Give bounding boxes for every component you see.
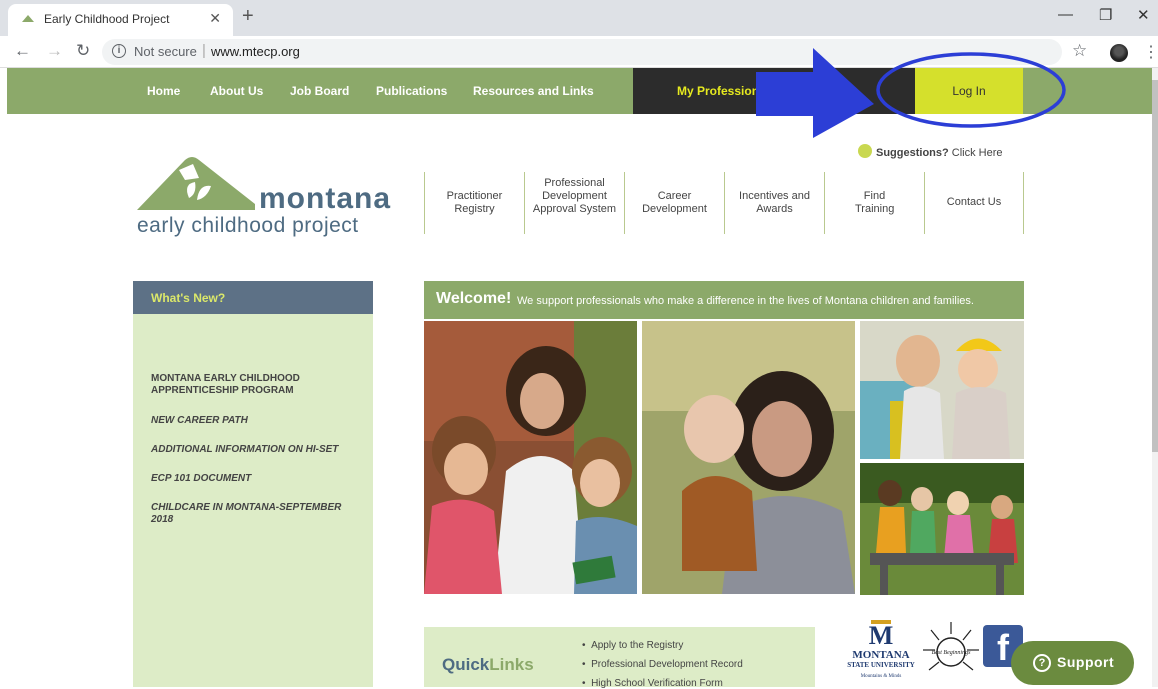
new-tab-icon[interactable]: + [242, 5, 254, 28]
news-item[interactable]: ECP 101 DOCUMENT [151, 473, 356, 485]
profile-avatar[interactable] [1110, 44, 1128, 62]
quicklink-label: Professional Development Record [591, 659, 743, 670]
msu-logo-motto: Mountains & Minds [861, 674, 902, 679]
forward-icon[interactable]: → [46, 41, 63, 61]
secnav-pd-approval-system[interactable]: Professional Development Approval System [524, 172, 624, 234]
nav-job-board[interactable]: Job Board [290, 84, 349, 98]
best-beginnings-label: Best Beginnings [932, 650, 971, 656]
suggestions-click-here: Click Here [948, 147, 1003, 159]
suggestions-link[interactable]: Suggestions? Click Here [858, 144, 1003, 159]
secnav-incentives-awards[interactable]: Incentives and Awards [724, 172, 824, 234]
secnav-contact-us[interactable]: Contact Us [924, 172, 1024, 234]
logo-wordmark: montana [259, 182, 392, 215]
secnav-find-training[interactable]: Find Training [824, 172, 924, 234]
news-item[interactable]: CHILDCARE IN MONTANA-SEPTEMBER 2018 [151, 502, 351, 526]
welcome-text: We support professionals who make a diff… [517, 295, 974, 307]
secnav-practitioner-registry[interactable]: Practitioner Registry [424, 172, 524, 234]
support-button[interactable]: ? Support [1011, 641, 1134, 685]
quicklinks-panel: QuickLinks • Apply to the Registry • Pro… [424, 627, 815, 689]
photo-child-construction [860, 321, 1024, 459]
mountain-leaf-logo-icon [137, 157, 255, 210]
quicklinks-title: QuickLinks [442, 655, 534, 675]
welcome-banner: Welcome! We support professionals who ma… [424, 281, 1024, 319]
whats-new-panel: MONTANA EARLY CHILDHOOD APPRENTICESHIP P… [133, 314, 373, 687]
quicklinks-title-b: Links [489, 655, 534, 674]
photo-mother-reading [424, 321, 637, 594]
site-favicon-icon [22, 15, 34, 22]
secnav-label: Contact Us [946, 196, 1002, 208]
browser-toolbar: ← → ↻ i Not secure | www.mtecp.org ☆ ⋮ [0, 36, 1158, 68]
login-button[interactable]: Log In [915, 68, 1023, 114]
quicklink-label: High School Verification Form [591, 678, 723, 689]
secnav-label: Find Training [855, 190, 895, 215]
quicklink-item[interactable]: • Professional Development Record [582, 659, 743, 670]
my-professional-label: My Professiona [677, 84, 766, 98]
photo-children-playground [860, 463, 1024, 595]
quicklinks-title-a: Quick [442, 655, 490, 674]
webpage: Home About Us Job Board Publications Res… [0, 68, 1158, 689]
secnav-label: Practitioner Registry [446, 190, 503, 215]
quicklink-label: Apply to the Registry [591, 640, 684, 651]
site-logo[interactable]: montana early childhood project [137, 154, 412, 244]
help-icon: ? [1033, 654, 1051, 672]
suggestions-bold: Suggestions? [876, 147, 949, 159]
page-scrollbar[interactable] [1152, 68, 1158, 687]
welcome-heading: Welcome! [436, 290, 512, 307]
address-bar[interactable]: i Not secure | www.mtecp.org [102, 39, 1062, 65]
news-item[interactable]: MONTANA EARLY CHILDHOOD APPRENTICESHIP P… [151, 373, 356, 397]
scrollbar-thumb[interactable] [1152, 80, 1158, 452]
nav-about-us[interactable]: About Us [210, 84, 263, 98]
nav-home[interactable]: Home [147, 84, 180, 98]
browser-tab[interactable]: Early Childhood Project ✕ [8, 4, 233, 36]
back-icon[interactable]: ← [14, 41, 31, 61]
photo-mother-baby [642, 321, 855, 594]
menu-kebab-icon[interactable]: ⋮ [1143, 42, 1158, 62]
info-icon[interactable]: i [112, 44, 126, 58]
msu-logo-name: MONTANA [852, 649, 909, 661]
whats-new-header: What's New? [133, 281, 373, 314]
news-item[interactable]: ADDITIONAL INFORMATION ON HI-SET [151, 444, 356, 456]
secnav-label: Professional Development Approval System [532, 177, 617, 215]
reload-icon[interactable]: ↻ [76, 41, 90, 61]
secnav-label: Career Development [642, 190, 707, 215]
url-text[interactable]: www.mtecp.org [211, 44, 300, 59]
nav-resources-links[interactable]: Resources and Links [473, 84, 594, 98]
browser-tab-strip: Early Childhood Project ✕ + — ❐ ✕ [0, 0, 1158, 36]
minimize-icon[interactable]: — [1058, 6, 1073, 23]
quicklink-item[interactable]: • Apply to the Registry [582, 640, 683, 651]
support-label: Support [1057, 654, 1115, 670]
restore-icon[interactable]: ❐ [1099, 6, 1112, 24]
tab-title: Early Childhood Project [44, 12, 170, 26]
msu-logo-sub: STATE UNIVERSITY [847, 661, 915, 669]
lightbulb-icon [858, 144, 872, 158]
msu-logo[interactable]: M MONTANA STATE UNIVERSITY Mountains & M… [843, 620, 919, 684]
logo-tagline: early childhood project [137, 214, 359, 237]
login-label: Log In [952, 84, 986, 98]
my-professional-menu[interactable]: My Professiona [633, 68, 915, 114]
secnav-career-development[interactable]: Career Development [624, 172, 724, 234]
best-beginnings-logo[interactable]: Best Beginnings [921, 620, 981, 684]
top-navigation: Home About Us Job Board Publications Res… [7, 68, 1152, 114]
quicklink-item[interactable]: • High School Verification Form [582, 678, 723, 689]
window-close-icon[interactable]: ✕ [1137, 6, 1150, 24]
msu-logo-m: M [869, 621, 894, 650]
news-item[interactable]: NEW CAREER PATH [151, 415, 356, 427]
bookmark-star-icon[interactable]: ☆ [1072, 41, 1087, 61]
url-separator: | [202, 42, 206, 59]
whats-new-title: What's New? [151, 291, 226, 305]
secnav-label: Incentives and Awards [739, 190, 810, 215]
facebook-letter: f [997, 627, 1009, 668]
not-secure-label: Not secure [134, 44, 197, 59]
nav-publications[interactable]: Publications [376, 84, 447, 98]
tab-close-icon[interactable]: ✕ [209, 10, 221, 27]
